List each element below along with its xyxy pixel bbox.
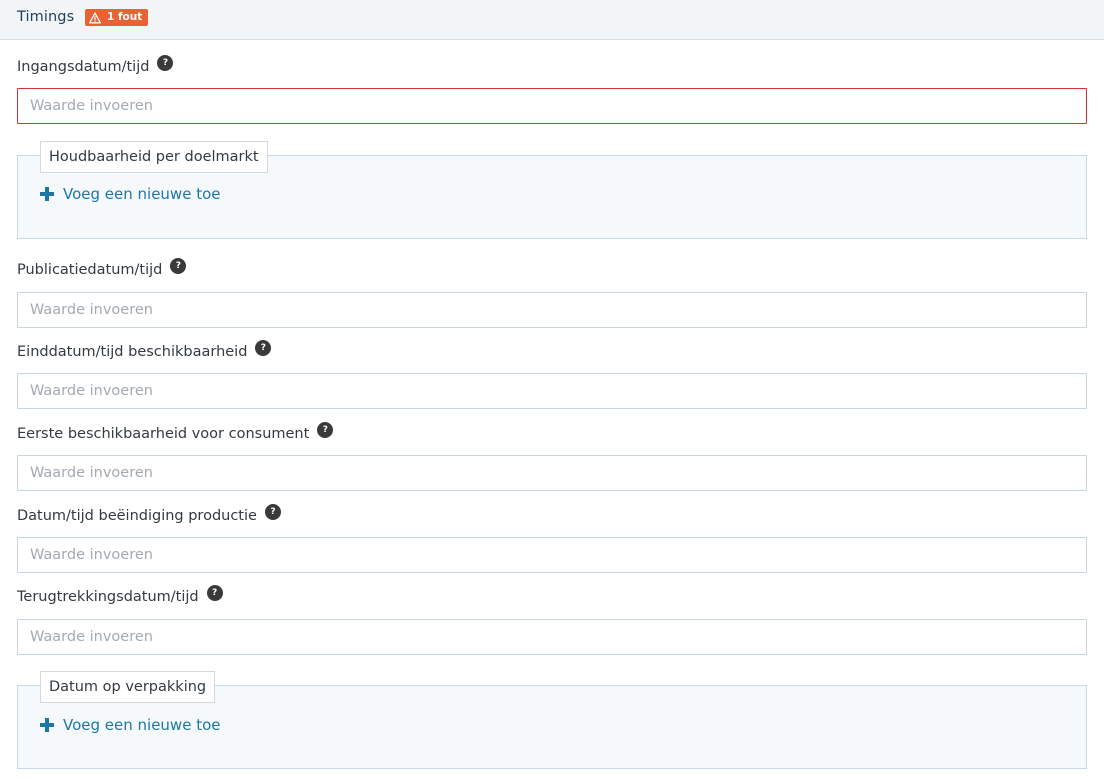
field-label-text: Datum/tijd beëindiging productie: [17, 508, 257, 524]
beeindiging-productie-input[interactable]: [17, 537, 1087, 573]
field-label-einddatum: Einddatum/tijd beschikbaarheid ?: [17, 340, 272, 360]
terugtrekkingsdatum-input[interactable]: [17, 619, 1087, 655]
plus-icon: [40, 187, 54, 201]
add-houdbaarheid-button[interactable]: Voeg een nieuwe toe: [40, 185, 221, 203]
publicatiedatum-input[interactable]: [17, 292, 1087, 328]
field-label-terugtrekkingsdatum: Terugtrekkingsdatum/tijd ?: [17, 585, 223, 605]
help-icon[interactable]: ?: [206, 585, 223, 601]
field-label-text: Ingangsdatum/tijd: [17, 59, 150, 75]
add-label: Voeg een nieuwe toe: [63, 185, 221, 203]
field-label-text: Publicatiedatum/tijd: [17, 262, 163, 278]
group-legend-houdbaarheid: Houdbaarheid per doelmarkt: [40, 141, 268, 173]
help-icon[interactable]: ?: [170, 258, 187, 274]
field-label-beeindiging-productie: Datum/tijd beëindiging productie ?: [17, 504, 281, 524]
field-label-publicatiedatum: Publicatiedatum/tijd ?: [17, 258, 187, 278]
field-label-text: Einddatum/tijd beschikbaarheid: [17, 344, 248, 360]
group-legend-datum-op-verpakking: Datum op verpakking: [40, 671, 216, 703]
eerste-beschikbaarheid-input[interactable]: [17, 455, 1087, 491]
help-icon[interactable]: ?: [317, 422, 334, 438]
help-icon[interactable]: ?: [255, 340, 272, 356]
field-label-text: Eerste beschikbaarheid voor consument: [17, 426, 310, 442]
add-datum-op-verpakking-button[interactable]: Voeg een nieuwe toe: [40, 716, 221, 734]
plus-icon: [40, 718, 54, 732]
warning-icon: [89, 11, 101, 23]
add-label: Voeg een nieuwe toe: [63, 716, 221, 734]
error-badge: 1 fout: [85, 9, 149, 26]
ingangsdatum-input[interactable]: [17, 88, 1087, 124]
help-icon[interactable]: ?: [157, 55, 174, 71]
error-badge-text: 1 fout: [107, 11, 143, 23]
field-label-eerste-beschikbaarheid: Eerste beschikbaarheid voor consument ?: [17, 422, 334, 442]
section-header[interactable]: Timings 1 fout: [0, 0, 1104, 40]
field-label-ingangsdatum: Ingangsdatum/tijd ?: [17, 55, 174, 75]
einddatum-input[interactable]: [17, 373, 1087, 409]
section-title: Timings: [17, 9, 75, 25]
field-label-text: Terugtrekkingsdatum/tijd: [17, 589, 199, 605]
help-icon[interactable]: ?: [264, 504, 281, 520]
